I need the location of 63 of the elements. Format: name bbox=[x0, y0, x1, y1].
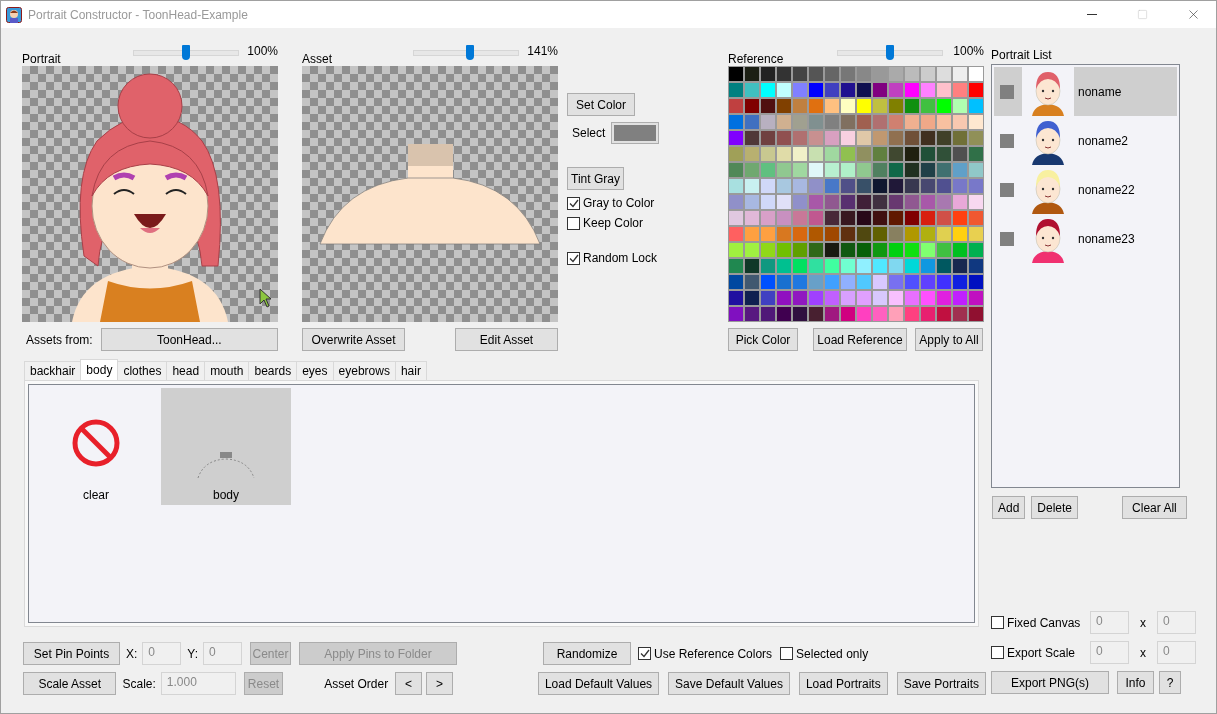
order-button[interactable]: > bbox=[426, 672, 453, 695]
checkbox-label[interactable]: Selected only bbox=[796, 646, 869, 661]
portrait-list-label: Portrait List bbox=[991, 48, 1053, 62]
asset-label: body bbox=[213, 488, 239, 502]
portrait-name: noname23 bbox=[1078, 231, 1135, 246]
category-tab[interactable]: eyebrows bbox=[332, 361, 396, 380]
reference-button[interactable]: Apply to All bbox=[915, 328, 983, 351]
assets-folder-button[interactable]: ToonHead... bbox=[100, 328, 278, 351]
set-color-button[interactable]: Set Color bbox=[567, 93, 636, 116]
checkbox-label[interactable]: Gray to Color bbox=[583, 196, 655, 210]
size-separator: x bbox=[1140, 615, 1146, 630]
asset-label: clear bbox=[83, 488, 109, 502]
window-title: Portrait Constructor - ToonHead-Example bbox=[28, 7, 249, 22]
export-button[interactable]: Export PNG(s) bbox=[991, 671, 1109, 694]
export-button[interactable]: ? bbox=[1159, 671, 1181, 694]
tint-button[interactable]: Tint Gray bbox=[567, 167, 624, 190]
checkbox-label[interactable]: Use Reference Colors bbox=[654, 646, 773, 661]
checkbox-label[interactable]: Keep Color bbox=[583, 216, 644, 230]
select-label: Select bbox=[572, 126, 606, 140]
panel-label: Reference bbox=[728, 52, 784, 66]
export-button[interactable]: Info bbox=[1117, 671, 1154, 694]
category-tab[interactable]: body bbox=[80, 359, 119, 380]
portrait-name: noname bbox=[1078, 84, 1122, 99]
assets-from-label: Assets from: bbox=[26, 332, 93, 347]
file-button[interactable]: Save Default Values bbox=[668, 672, 790, 695]
checkbox-label[interactable]: Export Scale bbox=[1007, 645, 1076, 660]
order-button[interactable]: < bbox=[395, 672, 423, 695]
list-button[interactable]: Add bbox=[992, 496, 1026, 519]
category-tab[interactable]: hair bbox=[394, 361, 427, 380]
file-button[interactable]: Save Portraits bbox=[896, 672, 986, 695]
set-pin-points-button[interactable]: Set Pin Points bbox=[23, 642, 120, 665]
category-tab[interactable]: backhair bbox=[24, 361, 82, 380]
category-tab[interactable]: eyes bbox=[296, 361, 334, 380]
portrait-list-item[interactable]: noname bbox=[994, 67, 1177, 116]
zoom-reading: 100% bbox=[953, 44, 984, 58]
zoom-reading: 141% bbox=[527, 44, 558, 58]
portrait-list-item[interactable]: noname22 bbox=[994, 165, 1177, 214]
file-button[interactable]: Load Default Values bbox=[537, 672, 660, 695]
asset-item[interactable]: clear bbox=[31, 388, 161, 505]
checkbox-label[interactable]: Fixed Canvas bbox=[1007, 615, 1081, 630]
randomize-button[interactable]: Randomize bbox=[543, 642, 632, 665]
portrait-name: noname22 bbox=[1078, 182, 1135, 197]
reference-button[interactable]: Load Reference bbox=[813, 328, 907, 351]
scale-label: Scale: bbox=[122, 676, 156, 691]
scale-asset-button[interactable]: Scale Asset bbox=[23, 672, 117, 695]
reference-button[interactable]: Pick Color bbox=[728, 328, 798, 351]
list-button[interactable]: Delete bbox=[1031, 496, 1079, 519]
asset-item[interactable]: body bbox=[161, 388, 291, 505]
x-label: X: bbox=[126, 646, 138, 661]
portrait-list-item[interactable]: noname23 bbox=[994, 214, 1177, 263]
file-button[interactable]: Load Portraits bbox=[798, 672, 888, 695]
portrait-list-item[interactable]: noname2 bbox=[994, 116, 1177, 165]
list-button[interactable]: Clear All bbox=[1122, 496, 1187, 519]
asset-order-label: Asset Order bbox=[324, 676, 389, 691]
y-label: Y: bbox=[187, 646, 199, 661]
zoom-reading: 100% bbox=[247, 44, 278, 58]
checkbox-label[interactable]: Random Lock bbox=[583, 251, 658, 265]
size-separator: x bbox=[1140, 645, 1146, 660]
panel-label: Portrait bbox=[22, 52, 61, 66]
asset-button[interactable]: Overwrite Asset bbox=[302, 328, 405, 351]
portrait-name: noname2 bbox=[1078, 133, 1129, 148]
panel-label: Asset bbox=[302, 52, 332, 66]
asset-button[interactable]: Edit Asset bbox=[455, 328, 558, 351]
